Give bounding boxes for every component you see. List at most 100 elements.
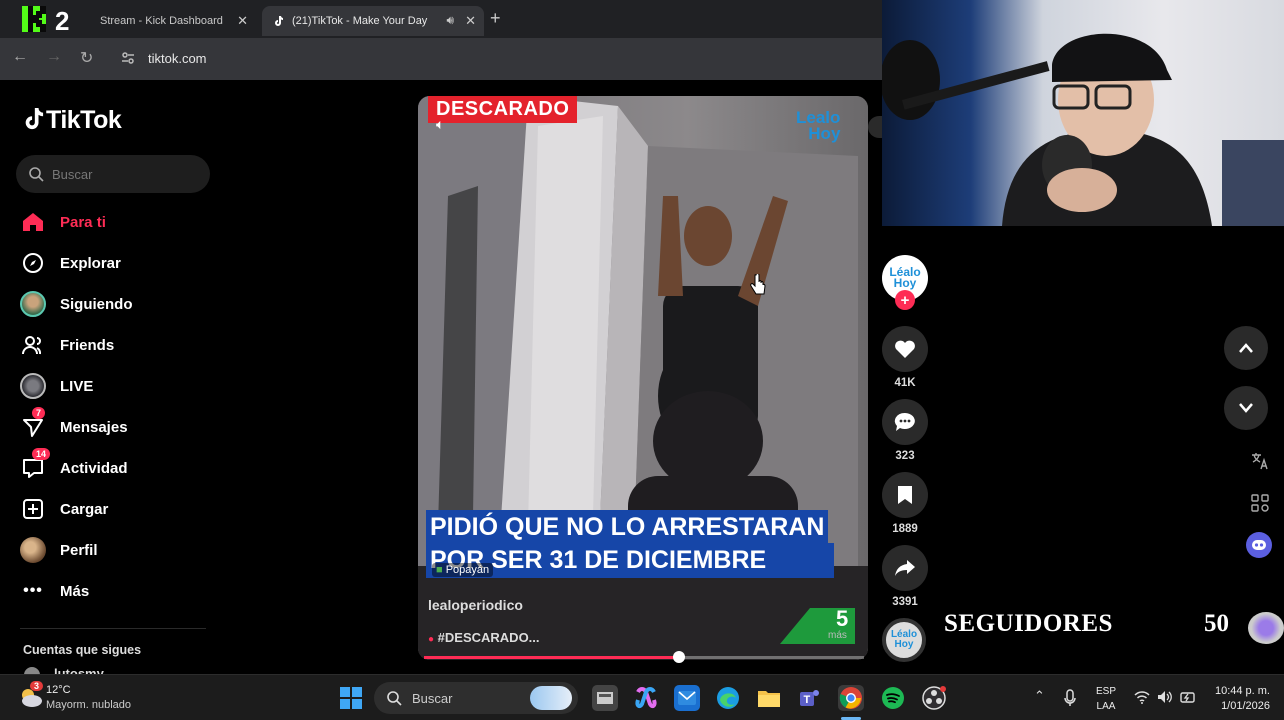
- translate-button[interactable]: [1248, 449, 1272, 473]
- video-author[interactable]: lealoperiodico: [428, 597, 523, 613]
- chrome-icon[interactable]: [838, 685, 864, 711]
- weather-temperature[interactable]: 12°C: [46, 684, 71, 696]
- volume-icon[interactable]: [1157, 690, 1173, 704]
- edge-browser-icon[interactable]: [715, 685, 741, 711]
- heart-icon: [895, 340, 915, 358]
- outlook-icon[interactable]: [674, 685, 700, 711]
- save-button[interactable]: [882, 472, 928, 518]
- battery-charging-icon[interactable]: [1180, 690, 1196, 704]
- search-highlight-image: [530, 686, 572, 710]
- more-icon: •••: [23, 582, 43, 599]
- site-info-icon[interactable]: [120, 50, 136, 66]
- tiktok-sidebar: TikTok Buscar Para ti Explorar Siguiendo…: [0, 80, 240, 674]
- comment-count: 323: [895, 450, 915, 462]
- sidebar-divider: [20, 628, 206, 629]
- follow-plus-button[interactable]: +: [895, 290, 915, 310]
- following-avatar: [20, 291, 46, 317]
- nav-mensajes[interactable]: 7 Mensajes: [20, 407, 128, 442]
- nav-label: Perfil: [60, 541, 98, 559]
- nav-label: Friends: [60, 336, 115, 354]
- compass-icon: [20, 250, 46, 276]
- back-icon[interactable]: ←: [12, 48, 28, 66]
- previous-video-button[interactable]: [1224, 326, 1268, 370]
- nav-mas[interactable]: ••• Más: [20, 576, 89, 606]
- nav-perfil[interactable]: Perfil: [20, 535, 98, 565]
- speaker-icon[interactable]: 🔊︎: [446, 13, 454, 28]
- obs-icon[interactable]: [921, 685, 947, 711]
- file-explorer-icon[interactable]: [756, 685, 782, 711]
- nav-live[interactable]: LIVE: [20, 371, 93, 401]
- progress-fill: [424, 656, 680, 659]
- following-account-item[interactable]: lutosmy: [24, 666, 104, 674]
- share-button[interactable]: [882, 545, 928, 591]
- video-brand-watermark: Lealo Hoy: [796, 108, 841, 143]
- search-icon: [387, 691, 402, 706]
- like-count: 41K: [894, 377, 916, 389]
- nav-cargar[interactable]: Cargar: [20, 494, 108, 524]
- system-clock[interactable]: 10:44 p. m. 1/01/2026: [1204, 684, 1270, 714]
- nav-siguiendo[interactable]: Siguiendo: [20, 289, 133, 319]
- home-icon: [20, 209, 46, 235]
- volume-icon[interactable]: 🔈︎: [436, 116, 444, 133]
- ai-assistant-button[interactable]: [1246, 532, 1272, 558]
- apps-button[interactable]: [1248, 491, 1272, 515]
- webcam-overlay: [882, 0, 1284, 226]
- keyboard-language[interactable]: ESP LAA: [1096, 684, 1116, 714]
- task-view-icon[interactable]: [592, 685, 618, 711]
- microphone-icon[interactable]: [1064, 689, 1076, 707]
- nav-label: Más: [60, 582, 90, 600]
- svg-text:2: 2: [55, 6, 69, 34]
- nav-para-ti[interactable]: Para ti: [20, 207, 106, 237]
- location-tag: ■ Popayán: [432, 563, 494, 577]
- teams-icon[interactable]: T: [797, 685, 823, 711]
- new-tab-button[interactable]: +: [490, 8, 501, 29]
- more-videos-badge[interactable]: 5 más: [780, 606, 855, 644]
- progress-knob[interactable]: [673, 651, 686, 663]
- apps-icon: [1251, 494, 1269, 512]
- comment-button[interactable]: [882, 399, 928, 445]
- reload-icon[interactable]: ↻: [80, 48, 93, 68]
- weather-badge: 3: [30, 681, 44, 691]
- tray-overflow-chevron-icon[interactable]: ⌃: [1034, 688, 1045, 704]
- hand-cursor-icon: [750, 274, 766, 295]
- messages-badge: 7: [32, 407, 46, 419]
- windows-start-icon[interactable]: [339, 686, 363, 710]
- chevron-up-icon: [1239, 343, 1253, 353]
- video-hashtag[interactable]: ● #DESCARADO...: [428, 630, 540, 645]
- wifi-icon[interactable]: [1134, 690, 1150, 704]
- kick-logo: 2: [22, 6, 69, 34]
- forward-icon[interactable]: →: [46, 48, 62, 66]
- music-disc[interactable]: Léalo Hoy: [882, 618, 926, 662]
- copilot-icon[interactable]: [633, 685, 659, 711]
- upload-icon: [20, 496, 46, 522]
- tab-label: (21)TikTok - Make Your Day: [292, 15, 428, 27]
- location-pin-icon: ■: [436, 564, 443, 576]
- next-video-button[interactable]: [1224, 386, 1268, 430]
- tiktok-note-icon: [25, 108, 44, 130]
- nav-label: Mensajes: [60, 418, 128, 436]
- url-text[interactable]: tiktok.com: [148, 51, 207, 66]
- tiktok-logo[interactable]: TikTok: [22, 106, 122, 135]
- followers-goal-label: SEGUIDORES: [944, 610, 1113, 637]
- spotify-icon[interactable]: [880, 685, 906, 711]
- close-tab-icon[interactable]: ✕: [465, 13, 476, 29]
- taskbar-search-input[interactable]: Buscar: [374, 682, 578, 714]
- share-count: 3391: [892, 596, 918, 608]
- search-placeholder: Buscar: [52, 166, 93, 182]
- translate-icon: [1252, 453, 1268, 470]
- side-panel-toggle[interactable]: [868, 116, 882, 138]
- browser-tab-bar: Stream - Kick Dashboard ✕ 2 (21)TikTok -…: [0, 0, 882, 38]
- chevron-down-icon: [1239, 403, 1253, 413]
- nav-friends[interactable]: Friends: [20, 330, 114, 360]
- nav-label: Para ti: [60, 213, 106, 231]
- webcam-person-image: [882, 33, 1284, 226]
- nav-label: Cargar: [60, 500, 109, 518]
- activity-badge: 14: [32, 448, 51, 460]
- nav-explorar[interactable]: Explorar: [20, 248, 121, 278]
- nav-actividad[interactable]: 14 Actividad: [20, 448, 128, 483]
- close-tab-icon[interactable]: ✕: [237, 13, 248, 29]
- weather-description[interactable]: Mayorm. nublado: [46, 699, 131, 711]
- tab-tiktok[interactable]: (21)TikTok - Make Your Day 🔊︎ ✕: [262, 6, 484, 36]
- search-input[interactable]: Buscar: [16, 155, 210, 193]
- like-button[interactable]: [882, 326, 928, 372]
